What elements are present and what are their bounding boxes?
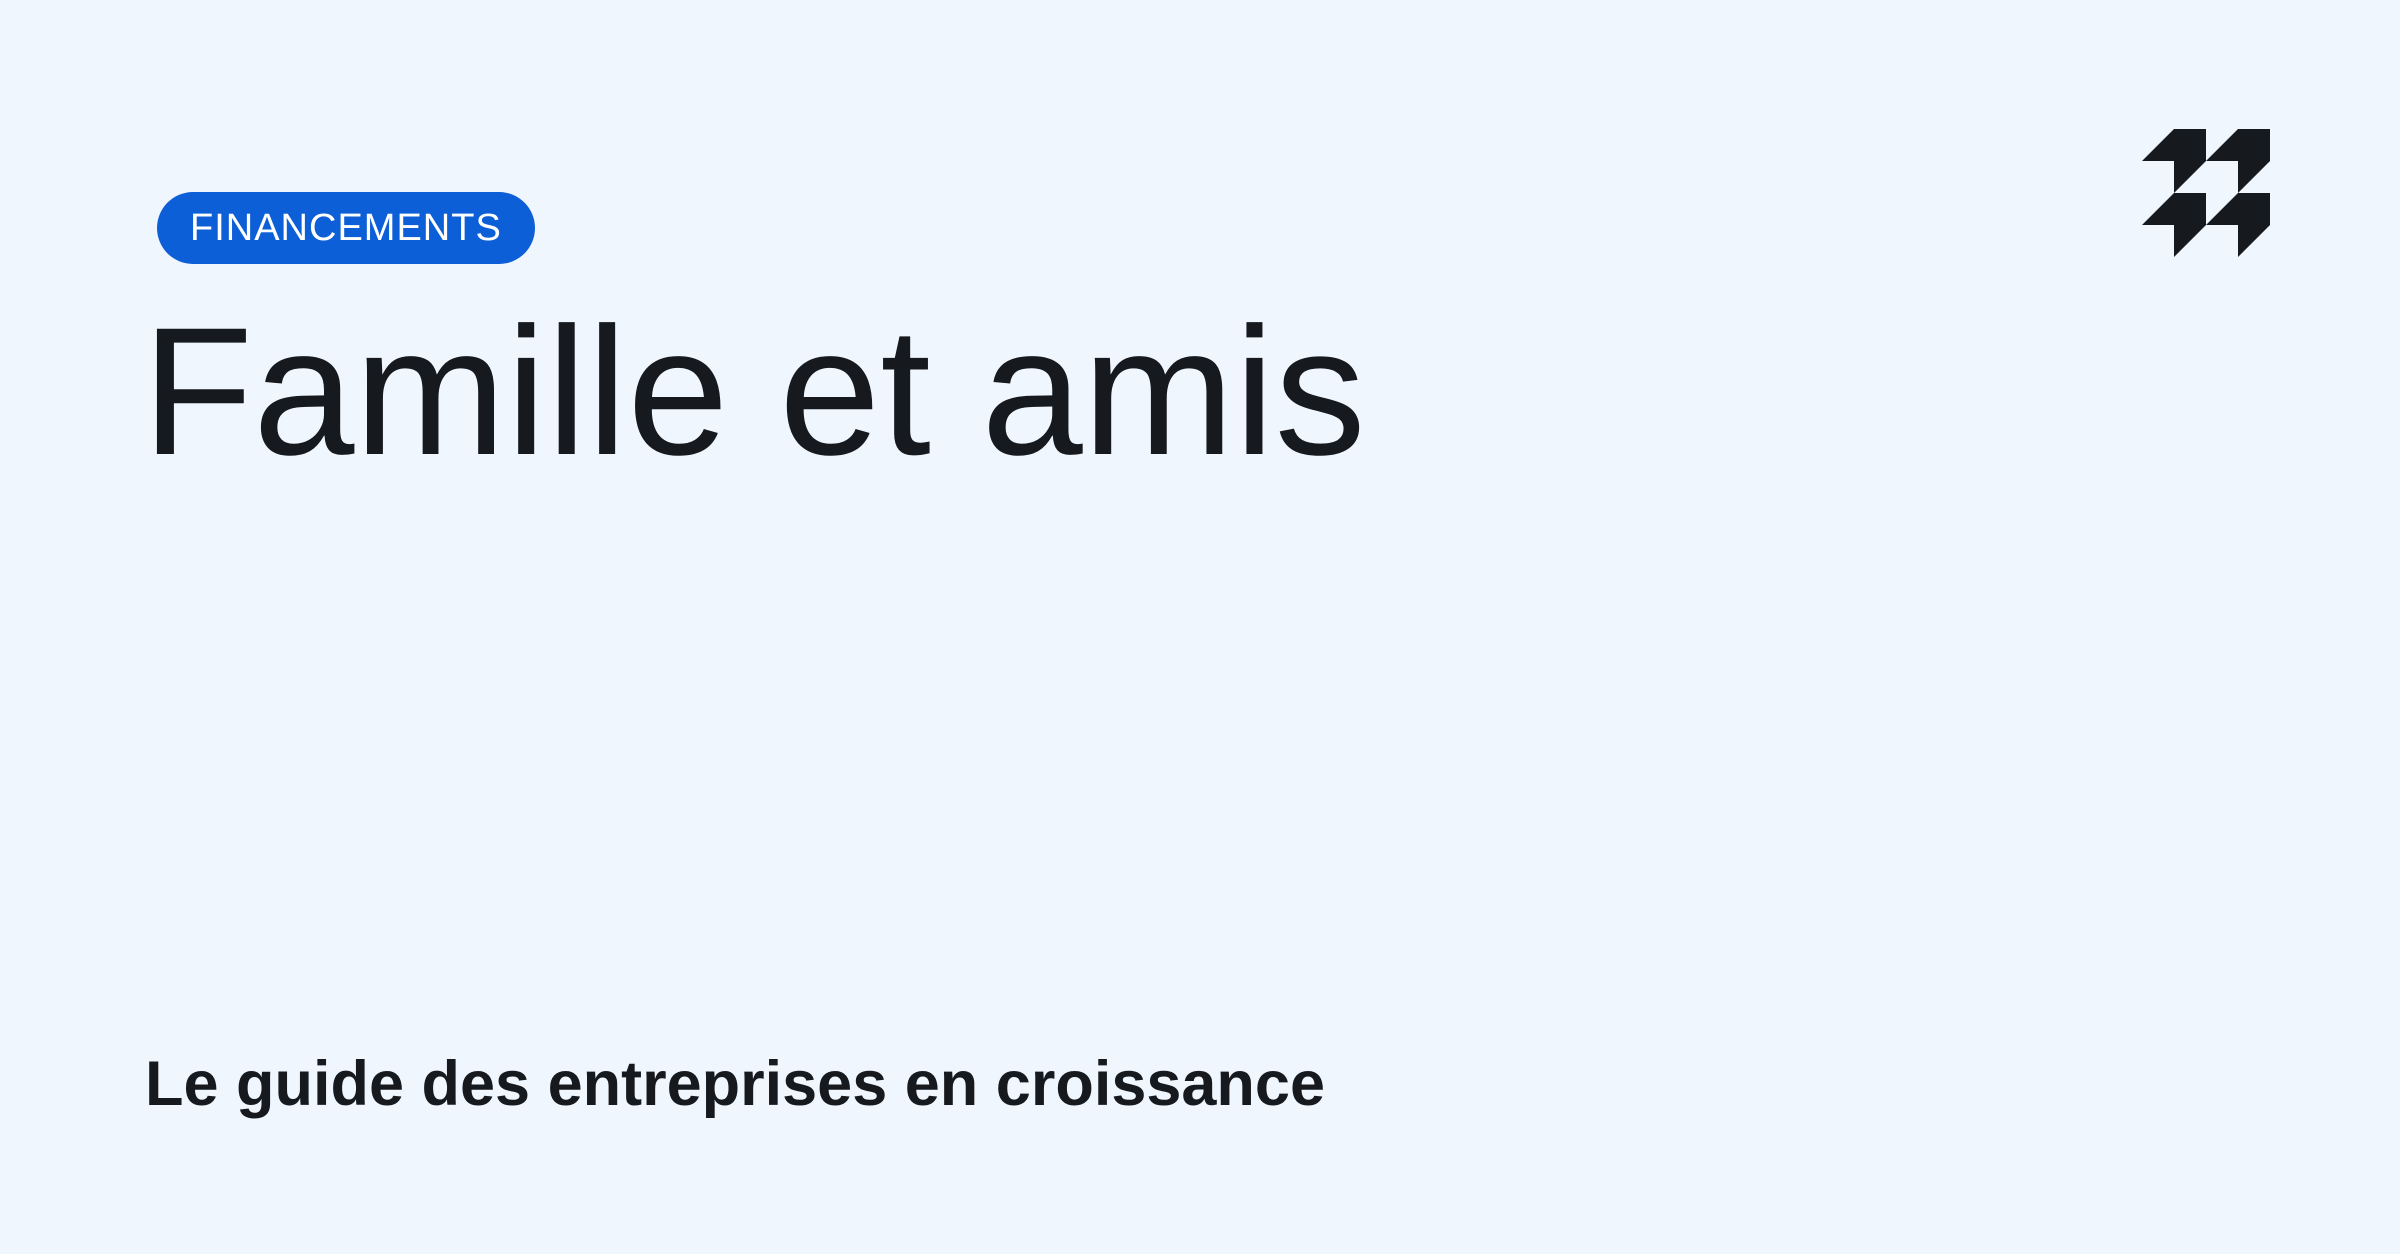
- page-subtitle: Le guide des entreprises en croissance: [145, 1049, 1325, 1119]
- category-badge: FINANCEMENTS: [157, 192, 535, 264]
- page-title: Famille et amis: [142, 289, 1366, 493]
- brand-logo-icon: [2142, 129, 2270, 257]
